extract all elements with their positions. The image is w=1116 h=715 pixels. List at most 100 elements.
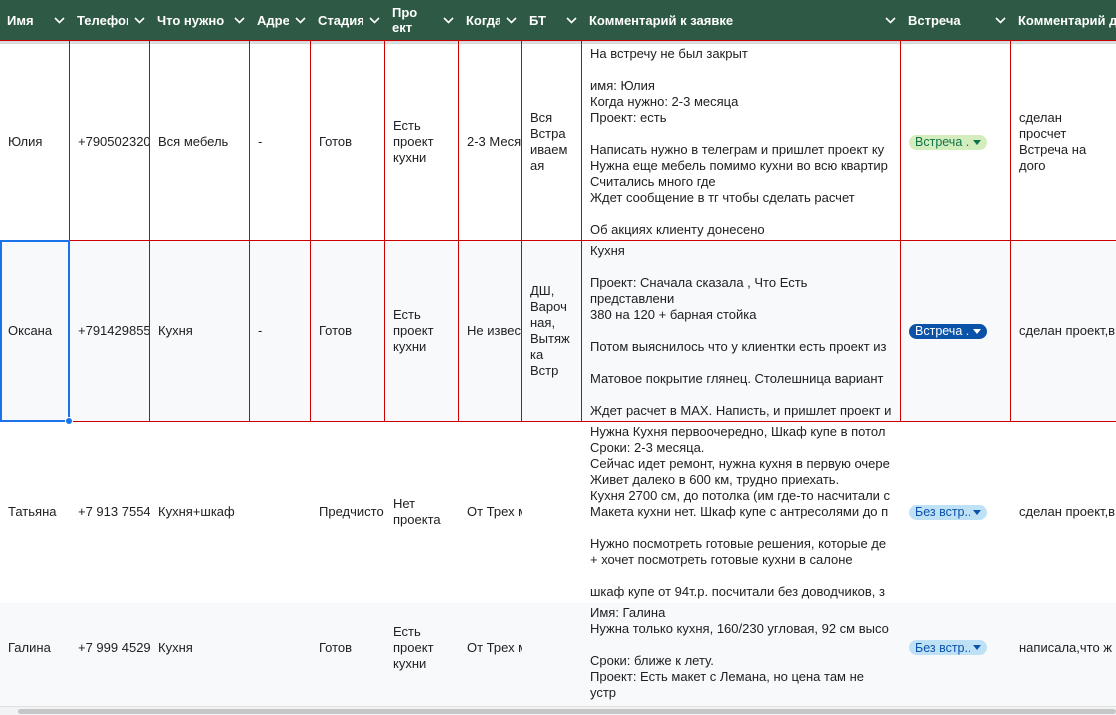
cell-when[interactable]: 2-3 Меся [459, 44, 522, 240]
cell-need[interactable]: Кухня+шкаф [150, 422, 250, 602]
column-header-phone[interactable]: Телефон [70, 0, 150, 40]
cell-project[interactable]: Нет проекта [385, 422, 459, 602]
cell-comment2[interactable]: написала,что ж [1011, 603, 1116, 706]
cell-comment2[interactable]: сделан проект,в [1011, 241, 1116, 421]
cell-border [149, 40, 150, 422]
column-header-when[interactable]: Когда [459, 0, 522, 40]
cell-address[interactable] [250, 603, 311, 706]
cell-border [521, 40, 522, 422]
cell-address[interactable]: - [250, 44, 311, 240]
cell-meeting[interactable]: Без встр... [901, 422, 1011, 602]
horizontal-scrollbar[interactable] [0, 706, 1116, 715]
column-header-address[interactable]: Адрес [250, 0, 311, 40]
dropdown-arrow-icon [973, 645, 981, 650]
chevron-down-icon[interactable] [437, 16, 459, 24]
chip-label: Без встр... [915, 505, 970, 519]
chevron-down-icon[interactable] [989, 16, 1011, 24]
cell-address[interactable]: - [250, 241, 311, 421]
cell-meeting[interactable]: Встреча ... [901, 241, 1011, 421]
cell-phone[interactable]: +791429855 [70, 241, 150, 421]
column-label: Встреча [908, 12, 961, 28]
chip-label: Без встр... [915, 640, 970, 655]
cell-project[interactable]: Есть проект кухни [385, 241, 459, 421]
cell-border [0, 421, 1116, 422]
cell-bt[interactable] [522, 603, 582, 706]
cell-border [384, 40, 385, 422]
chevron-down-icon[interactable] [48, 16, 70, 24]
meeting-status-chip[interactable]: Встреча ... [909, 323, 987, 339]
cell-name[interactable]: Юлия [0, 44, 70, 240]
cell-stage[interactable]: Готов [311, 241, 385, 421]
chevron-down-icon[interactable] [289, 16, 311, 24]
meeting-status-chip[interactable]: Встреча ... [909, 134, 987, 150]
cell-border [581, 40, 582, 422]
cell-need[interactable]: Кухня [150, 241, 250, 421]
column-header-stage[interactable]: Стадия [311, 0, 385, 40]
column-label: Стадия [318, 12, 363, 28]
column-header-project[interactable]: Про ект [385, 0, 459, 40]
cell-need[interactable]: Кухня [150, 603, 250, 706]
chevron-down-icon[interactable] [879, 16, 901, 24]
column-header-bt[interactable]: БТ [522, 0, 582, 40]
cell-stage[interactable]: Готов [311, 44, 385, 240]
cell-border [458, 40, 459, 422]
cell-comment2[interactable]: сделан проект,в [1011, 422, 1116, 602]
cell-project[interactable]: Есть проект кухни [385, 44, 459, 240]
cell-bt[interactable]: ДШ, Вароч ная, Вытяж ка Встр [522, 241, 582, 421]
header-row: Имя Телефон Что нужно Адрес Стадия Про е… [0, 0, 1116, 40]
cell-name[interactable]: Галина [0, 603, 70, 706]
scrollbar-thumb[interactable] [18, 709, 1116, 714]
cell-project[interactable]: Есть проект кухни [385, 603, 459, 706]
cell-comment[interactable]: На встречу не был закрыт имя: Юлия Когда… [582, 44, 901, 240]
cell-border [0, 40, 1116, 41]
column-label: Комментарий к заявке [589, 12, 734, 28]
cell-when[interactable]: От Трех м [459, 603, 522, 706]
cell-comment[interactable]: Имя: Галина Нужна только кухня, 160/230 … [582, 603, 901, 706]
column-label: Комментарий д [1018, 12, 1116, 28]
column-label: Про ект [392, 5, 418, 35]
column-label: Телефон [77, 12, 128, 28]
table-row: Татьяна +7 913 7554 Кухня+шкаф Предчисто… [0, 422, 1116, 602]
chevron-down-icon[interactable] [228, 16, 250, 24]
cell-border [249, 40, 250, 422]
cell-stage[interactable]: Готов [311, 603, 385, 706]
cell-bt[interactable] [522, 422, 582, 602]
cell-stage[interactable]: Предчисто [311, 422, 385, 602]
cell-meeting[interactable]: Встреча ... [901, 44, 1011, 240]
column-header-meeting[interactable]: Встреча [901, 0, 1011, 40]
cell-address[interactable] [250, 422, 311, 602]
fill-handle[interactable] [65, 417, 73, 425]
column-label: Когда [466, 12, 500, 28]
meeting-status-chip[interactable]: Без встр... [909, 640, 987, 655]
column-label: БТ [529, 12, 546, 28]
cell-name[interactable]: Татьяна [0, 422, 70, 602]
chevron-down-icon[interactable] [500, 16, 522, 24]
cell-when[interactable]: От Трех м [459, 422, 522, 602]
column-header-comment2[interactable]: Комментарий д [1011, 0, 1116, 40]
table-row: Юлия +790502320 Вся мебель - Готов Есть … [0, 44, 1116, 240]
cell-comment[interactable]: Нужна Кухня первоочередно, Шкаф купе в п… [582, 422, 901, 602]
table-row: Оксана +791429855 Кухня - Готов Есть про… [0, 241, 1116, 421]
dropdown-arrow-icon [973, 509, 981, 515]
cell-need[interactable]: Вся мебель [150, 44, 250, 240]
cell-meeting[interactable]: Без встр... [901, 603, 1011, 706]
cell-when[interactable]: Не извес [459, 241, 522, 421]
cell-name[interactable]: Оксана [0, 241, 70, 421]
cell-phone[interactable]: +790502320 [70, 44, 150, 240]
dropdown-arrow-icon [973, 139, 981, 145]
chip-label: Встреча ... [915, 135, 970, 149]
chevron-down-icon[interactable] [560, 16, 582, 24]
chevron-down-icon[interactable] [363, 16, 385, 24]
cell-comment2[interactable]: сделан просчет Встреча на дого [1011, 44, 1116, 240]
column-label: Адрес [257, 12, 289, 28]
column-header-need[interactable]: Что нужно [150, 0, 250, 40]
column-header-name[interactable]: Имя [0, 0, 70, 40]
cell-border [310, 40, 311, 422]
cell-comment[interactable]: Кухня Проект: Сначала сказала , Что Есть… [582, 241, 901, 421]
cell-bt[interactable]: Вся Встра иваем ая [522, 44, 582, 240]
cell-phone[interactable]: +7 999 4529 [70, 603, 150, 706]
chevron-down-icon[interactable] [128, 16, 150, 24]
cell-phone[interactable]: +7 913 7554 [70, 422, 150, 602]
meeting-status-chip[interactable]: Без встр... [909, 504, 987, 520]
column-header-comment[interactable]: Комментарий к заявке [582, 0, 901, 40]
